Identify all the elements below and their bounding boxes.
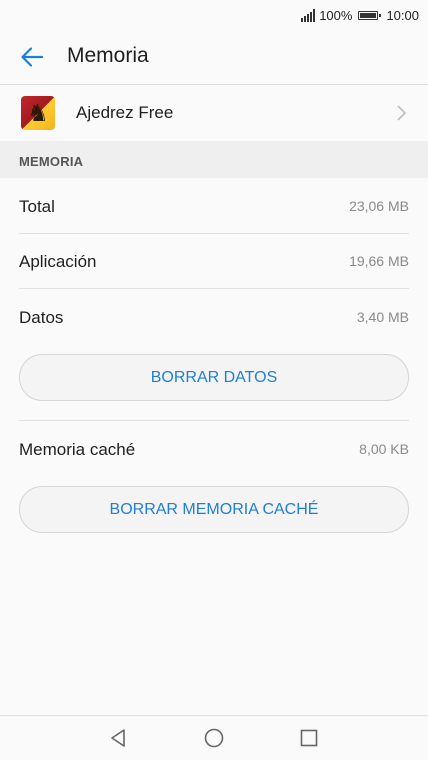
- row-label: Datos: [19, 308, 64, 327]
- row-value: 19,66 MB: [349, 253, 409, 269]
- row-value: 8,00 KB: [359, 441, 409, 457]
- chevron-right-icon: [397, 105, 407, 121]
- chess-knight-icon: ♞: [21, 96, 55, 130]
- clear-cache-button[interactable]: BORRAR MEMORIA CACHÉ: [19, 486, 409, 533]
- divider: [19, 420, 409, 421]
- back-button[interactable]: [14, 41, 50, 73]
- storage-row-data: Datos 3,40 MB: [19, 290, 409, 345]
- home-circle-icon[interactable]: [203, 727, 225, 749]
- status-bar: 100% 10:00: [0, 0, 428, 30]
- storage-row-cache: Memoria caché 8,00 KB: [19, 422, 409, 477]
- row-label: Aplicación: [19, 252, 97, 271]
- battery-icon: [358, 10, 382, 20]
- page-title: Memoria: [67, 44, 149, 67]
- app-bar: Memoria: [0, 30, 428, 85]
- signal-icon: [301, 8, 316, 22]
- storage-row-total: Total 23,06 MB: [19, 179, 409, 234]
- section-title: MEMORIA: [19, 154, 84, 169]
- clock: 10:00: [386, 7, 419, 23]
- row-label: Total: [19, 197, 55, 216]
- row-value: 3,40 MB: [356, 309, 409, 325]
- section-header: MEMORIA: [0, 141, 428, 178]
- navigation-bar: [0, 715, 428, 760]
- recents-square-icon[interactable]: [298, 727, 320, 749]
- app-name: Ajedrez Free: [76, 103, 174, 122]
- back-arrow-icon: [21, 47, 44, 67]
- app-info-row[interactable]: ♞ Ajedrez Free: [0, 85, 428, 141]
- row-value: 23,06 MB: [349, 198, 409, 214]
- battery-percent: 100%: [319, 7, 353, 23]
- storage-row-app: Aplicación 19,66 MB: [19, 234, 409, 289]
- back-triangle-icon[interactable]: [107, 727, 129, 749]
- status-icons: 100% 10:00: [301, 6, 419, 24]
- divider: [19, 288, 409, 289]
- clear-data-button[interactable]: BORRAR DATOS: [19, 354, 409, 401]
- row-label: Memoria caché: [19, 440, 136, 459]
